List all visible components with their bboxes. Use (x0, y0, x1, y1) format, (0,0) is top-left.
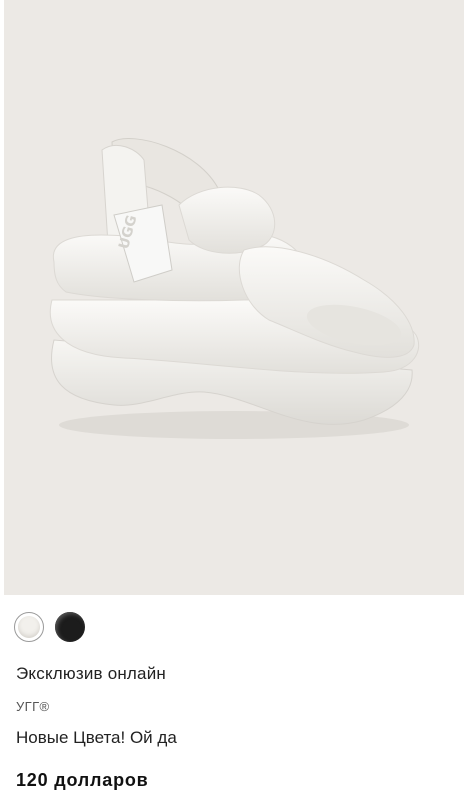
product-price: 120 долларов (16, 770, 149, 790)
sandal-illustration: UGG (49, 138, 420, 439)
swatch-white[interactable] (14, 612, 44, 642)
color-swatches (14, 612, 85, 642)
product-image[interactable]: UGG (4, 0, 464, 595)
online-exclusive-badge: Эксклюзив онлайн (16, 664, 166, 683)
brand-name[interactable]: УГГ® (16, 699, 50, 714)
swatch-black[interactable] (55, 612, 85, 642)
product-name[interactable]: Новые Цвета! Ой да (16, 728, 177, 748)
